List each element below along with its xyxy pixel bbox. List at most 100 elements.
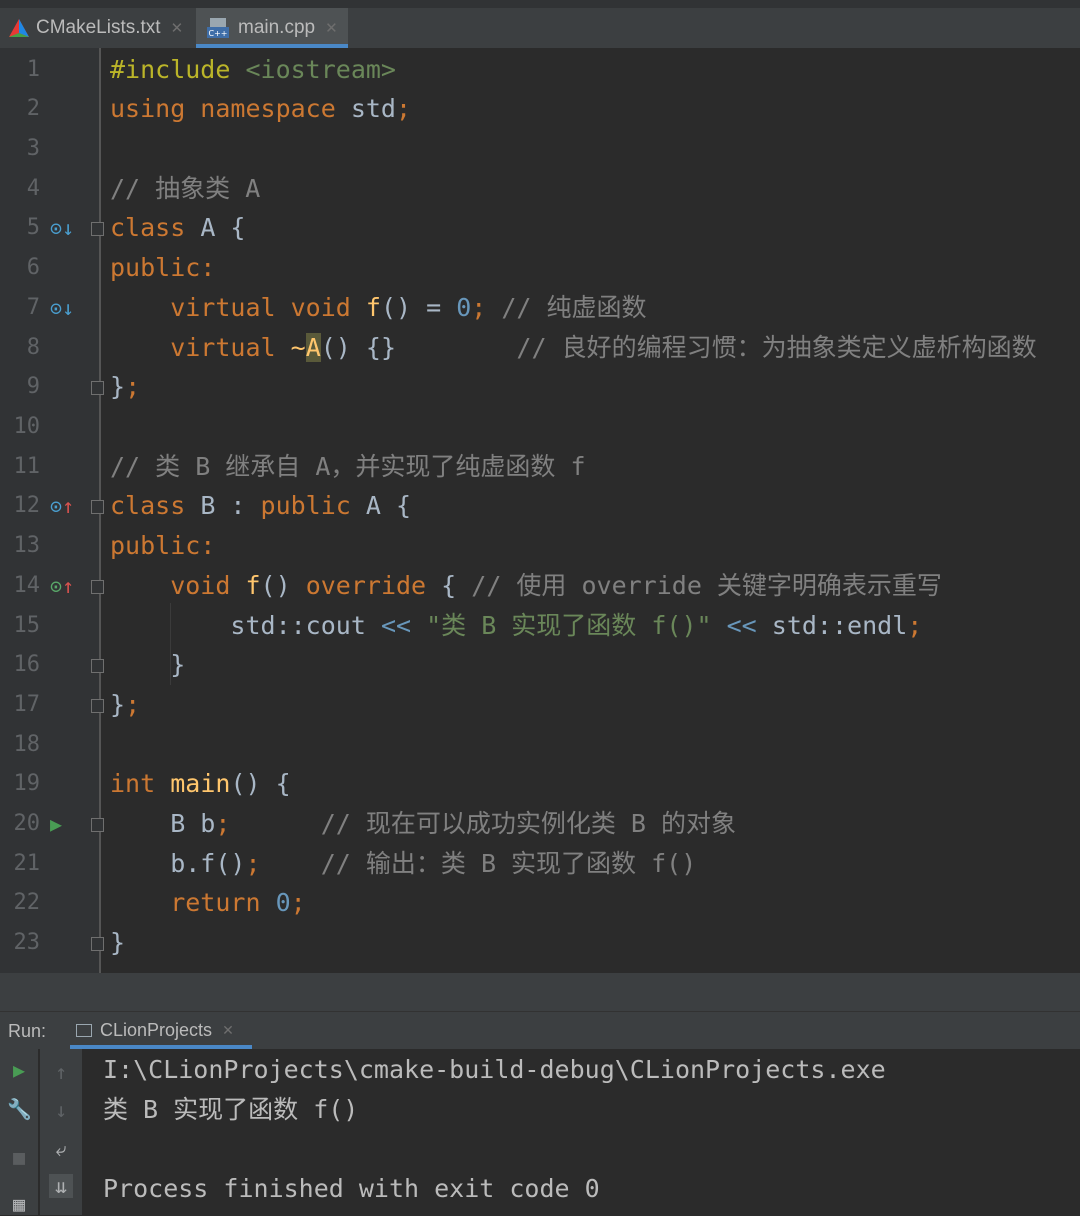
code-token: () = [380,293,457,322]
code-token: () {} [320,333,397,362]
fold-marker[interactable] [91,580,104,594]
code-line-16: } [110,645,185,685]
wrench-icon[interactable]: 🔧 [7,1097,32,1121]
implemented-down-icon[interactable]: ⊙↓ [50,288,74,328]
close-icon[interactable]: ✕ [325,19,338,37]
fold-marker[interactable] [91,699,104,713]
fold-marker[interactable] [91,818,104,832]
fold-marker[interactable] [91,937,104,951]
line-number: 3 [26,136,40,161]
code-token: virtual void [110,293,366,322]
panel-separator [0,973,1080,1011]
tab-cmakelists[interactable]: CMakeLists.txt ✕ [8,8,190,48]
code-line-4: // 抽象类 A [110,169,260,209]
code-token: std::cout [110,611,381,640]
code-comment: // 类 B 继承自 A，并实现了纯虚函数 f [110,452,586,481]
close-icon[interactable]: ✕ [171,19,184,37]
code-token: << [380,611,427,640]
line-number: 17 [13,692,41,717]
run-gutter-icon[interactable]: ▶ [50,804,62,844]
code-token: public: [110,531,216,560]
tab-label: CMakeLists.txt [36,17,161,38]
code-token: public [260,491,366,520]
code-token: } [110,650,186,679]
line-number: 18 [13,732,41,757]
console-output-line: I:\CLionProjects\cmake-build-debug\CLion… [103,1055,886,1084]
run-console[interactable]: ▶ 🔧 ■ ▦ ↑ ↓ ⤶ ⇊ I:\CLionProjects\cmake-b… [0,1049,1080,1216]
fold-marker[interactable] [91,659,104,673]
code-token: main [170,769,231,798]
code-line-21: b.f(); // 输出：类 B 实现了函数 f() [110,844,696,884]
code-token: #include [110,55,246,84]
run-tab-clionprojects[interactable]: CLionProjects ✕ [70,1012,252,1049]
code-token: () { [230,769,291,798]
code-token: f [245,571,261,600]
arrow-down-icon[interactable]: ↓ [49,1098,73,1122]
code-token: ; [125,690,141,719]
code-token: using namespace [110,94,351,123]
code-line-17: }; [110,685,140,725]
line-number: 16 [13,652,41,677]
code-token: ; [215,809,231,838]
rerun-icon[interactable]: ▶ [7,1058,31,1082]
code-token: ; [125,372,141,401]
scroll-to-end-icon[interactable]: ⇊ [49,1174,73,1198]
code-token: } [110,690,126,719]
code-line-6: public: [110,248,215,288]
layout-icon[interactable]: ▦ [7,1192,31,1216]
fold-marker[interactable] [91,500,104,514]
code-token: ; [907,611,923,640]
code-token: { [441,571,472,600]
line-number: 22 [13,890,41,915]
run-toolstrip-left: ▶ 🔧 ■ ▦ [0,1049,38,1216]
code-comment: // 现在可以成功实例化类 B 的对象 [230,809,737,838]
line-number: 5 [26,215,40,240]
code-token: class [110,491,201,520]
arrow-up-icon[interactable]: ↑ [49,1060,73,1084]
code-line-19: int main() { [110,764,291,804]
soft-wrap-icon[interactable]: ⤶ [49,1137,73,1161]
code-line-9: }; [110,367,140,407]
tab-label: main.cpp [238,17,316,38]
code-token: 0 [456,293,472,322]
code-comment: // 纯虚函数 [501,293,647,322]
code-token: } [110,928,126,957]
line-number: 7 [26,295,40,320]
code-token: ; [290,888,306,917]
code-token: B b [110,809,216,838]
close-icon[interactable]: ✕ [222,1022,234,1039]
code-comment: // 抽象类 A [110,174,261,203]
code-token: A { [365,491,412,520]
line-number: 6 [26,255,40,280]
code-line-7: virtual void f() = 0; // 纯虚函数 [110,288,647,328]
code-token: <iostream> [245,55,396,84]
code-token: ; [245,849,261,878]
code-line-13: public: [110,526,215,566]
code-token: ; [395,94,412,123]
code-comment: // 使用 override 关键字明确表示重写 [471,571,942,600]
line-number: 12 [13,493,41,518]
code-token: std [350,94,396,123]
stop-icon[interactable]: ■ [7,1145,31,1169]
implemented-down-icon[interactable]: ⊙↓ [50,208,74,248]
line-number: 20 [13,811,41,836]
implements-up-icon[interactable]: ⊙↑ [50,486,74,526]
code-line-15: std::cout << "类 B 实现了函数 f()" << std::end… [110,606,922,646]
code-editor[interactable]: 1 2 3 4 5 6 7 8 9 10 11 12 13 14 15 16 1… [0,48,1080,973]
code-line-5: class A { [110,208,245,248]
code-token: class [110,213,201,242]
fold-marker[interactable] [91,222,104,236]
code-token: "类 B 实现了函数 f()" [426,611,712,640]
run-label: Run: [8,1021,47,1041]
run-toolstrip-right: ↑ ↓ ⤶ ⇊ [40,1049,82,1215]
line-number: 10 [13,414,41,439]
fold-marker[interactable] [91,381,104,395]
override-up-icon[interactable]: ⊙↑ [50,566,74,606]
code-comment: // 良好的编程习惯：为抽象类定义虚析构函数 [396,333,1037,362]
code-token: f [365,293,381,322]
code-token: virtual [110,333,291,362]
code-token: ~ [290,333,306,362]
line-number: 23 [13,930,41,955]
tab-main-cpp[interactable]: C++ main.cpp ✕ [196,8,348,48]
code-token: () [260,571,306,600]
